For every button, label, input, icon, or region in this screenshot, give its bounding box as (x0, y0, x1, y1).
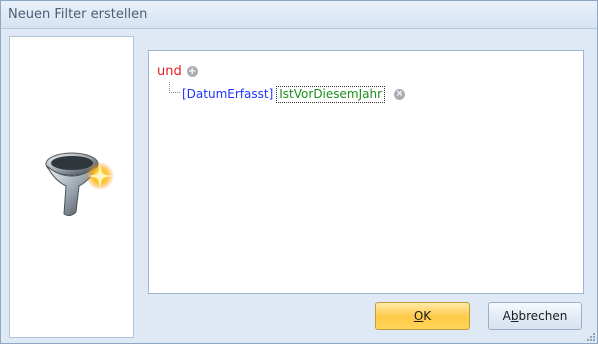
filter-editor[interactable]: und + [DatumErfasst] IstVorDiesemJahr × (148, 50, 584, 294)
filter-dialog: Neuen Filter erstellen und + [DatumErfas… (0, 0, 598, 344)
condition-operator[interactable]: IstVorDiesemJahr (276, 85, 386, 103)
condition-field[interactable]: [DatumErfasst] (182, 87, 273, 101)
resize-grip-icon[interactable] (585, 331, 595, 341)
title-bar: Neuen Filter erstellen (1, 1, 597, 29)
icon-panel (9, 36, 134, 338)
condition-row: [DatumErfasst] IstVorDiesemJahr × (182, 85, 406, 103)
cancel-button[interactable]: Abbrechen (488, 302, 582, 330)
ok-button[interactable]: OK (375, 302, 470, 330)
tree-connector (169, 82, 180, 93)
ok-label-mnemonic: O (413, 309, 424, 323)
cancel-label-post: brechen (518, 309, 568, 323)
remove-circle-icon[interactable]: × (394, 88, 406, 100)
plus-circle-icon[interactable]: + (186, 65, 198, 77)
filter-funnel-icon (45, 152, 114, 217)
ok-label-post: K (423, 309, 432, 323)
cancel-label-pre: A (502, 309, 511, 323)
dialog-title: Neuen Filter erstellen (8, 7, 148, 22)
root-group-row: und + (157, 63, 198, 79)
group-operator[interactable]: und (157, 64, 182, 79)
